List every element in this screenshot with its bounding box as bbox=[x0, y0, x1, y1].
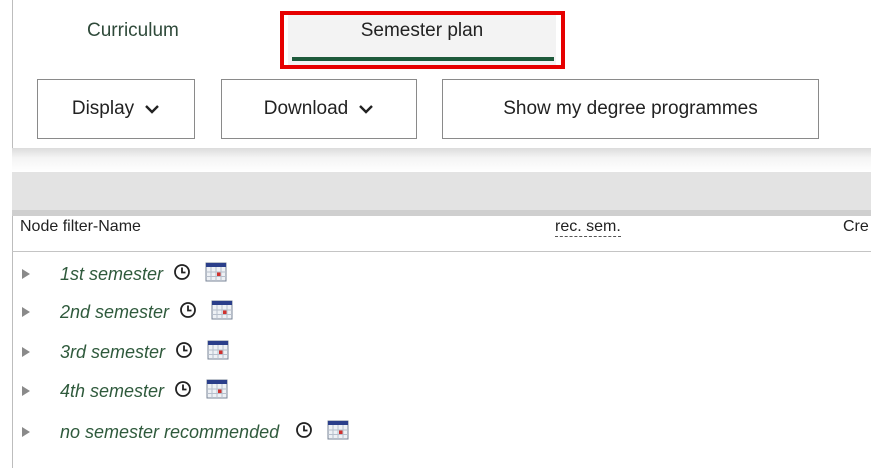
active-tab-underline bbox=[292, 57, 554, 61]
row-label[interactable]: 1st semester bbox=[60, 264, 163, 285]
tab-semester-plan[interactable]: Semester plan bbox=[288, 14, 556, 66]
toolbar-shadow bbox=[12, 148, 871, 172]
expand-triangle-icon[interactable] bbox=[22, 427, 30, 437]
tab-curriculum[interactable]: Curriculum bbox=[87, 20, 179, 42]
expand-triangle-icon[interactable] bbox=[22, 307, 30, 317]
expand-triangle-icon[interactable] bbox=[22, 269, 30, 279]
clock-icon[interactable] bbox=[174, 380, 192, 403]
tree-row-3rd-semester[interactable]: 3rd semester bbox=[20, 336, 229, 368]
chevron-down-icon bbox=[144, 98, 160, 120]
chevron-down-icon bbox=[358, 98, 374, 120]
calendar-icon[interactable] bbox=[206, 379, 228, 404]
display-button[interactable]: Display bbox=[37, 79, 195, 139]
clock-icon[interactable] bbox=[175, 341, 193, 364]
row-label[interactable]: 4th semester bbox=[60, 381, 164, 402]
calendar-icon[interactable] bbox=[211, 300, 233, 325]
expand-triangle-icon[interactable] bbox=[22, 386, 30, 396]
tree-row-no-semester-recommended[interactable]: no semester recommended bbox=[20, 416, 349, 448]
filter-bar bbox=[12, 172, 871, 210]
row-label[interactable]: 2nd semester bbox=[60, 302, 169, 323]
column-header-credits[interactable]: Cre bbox=[843, 218, 869, 236]
header-divider bbox=[12, 251, 871, 252]
tree-row-4th-semester[interactable]: 4th semester bbox=[20, 375, 228, 407]
column-header-name[interactable]: Node filter-Name bbox=[20, 218, 141, 236]
show-degree-programmes-label: Show my degree programmes bbox=[503, 98, 758, 119]
download-button[interactable]: Download bbox=[221, 79, 417, 139]
tree-row-1st-semester[interactable]: 1st semester bbox=[20, 258, 227, 290]
clock-icon[interactable] bbox=[173, 263, 191, 286]
download-button-label: Download bbox=[263, 98, 349, 119]
filter-bar-divider bbox=[12, 210, 871, 216]
calendar-icon[interactable] bbox=[327, 420, 349, 445]
clock-icon[interactable] bbox=[295, 421, 313, 444]
tab-semester-plan-label: Semester plan bbox=[360, 20, 484, 41]
calendar-icon[interactable] bbox=[205, 262, 227, 287]
tab-bar: Curriculum Semester plan bbox=[12, 0, 871, 72]
expand-triangle-icon[interactable] bbox=[22, 347, 30, 357]
calendar-icon[interactable] bbox=[207, 340, 229, 365]
display-button-label: Display bbox=[71, 98, 135, 119]
show-degree-programmes-button[interactable]: Show my degree programmes bbox=[442, 79, 819, 139]
row-label[interactable]: 3rd semester bbox=[60, 342, 165, 363]
tree-row-2nd-semester[interactable]: 2nd semester bbox=[20, 296, 233, 328]
column-header-rec-sem[interactable]: rec. sem. bbox=[555, 218, 621, 237]
row-label[interactable]: no semester recommended bbox=[60, 422, 279, 443]
clock-icon[interactable] bbox=[179, 301, 197, 324]
